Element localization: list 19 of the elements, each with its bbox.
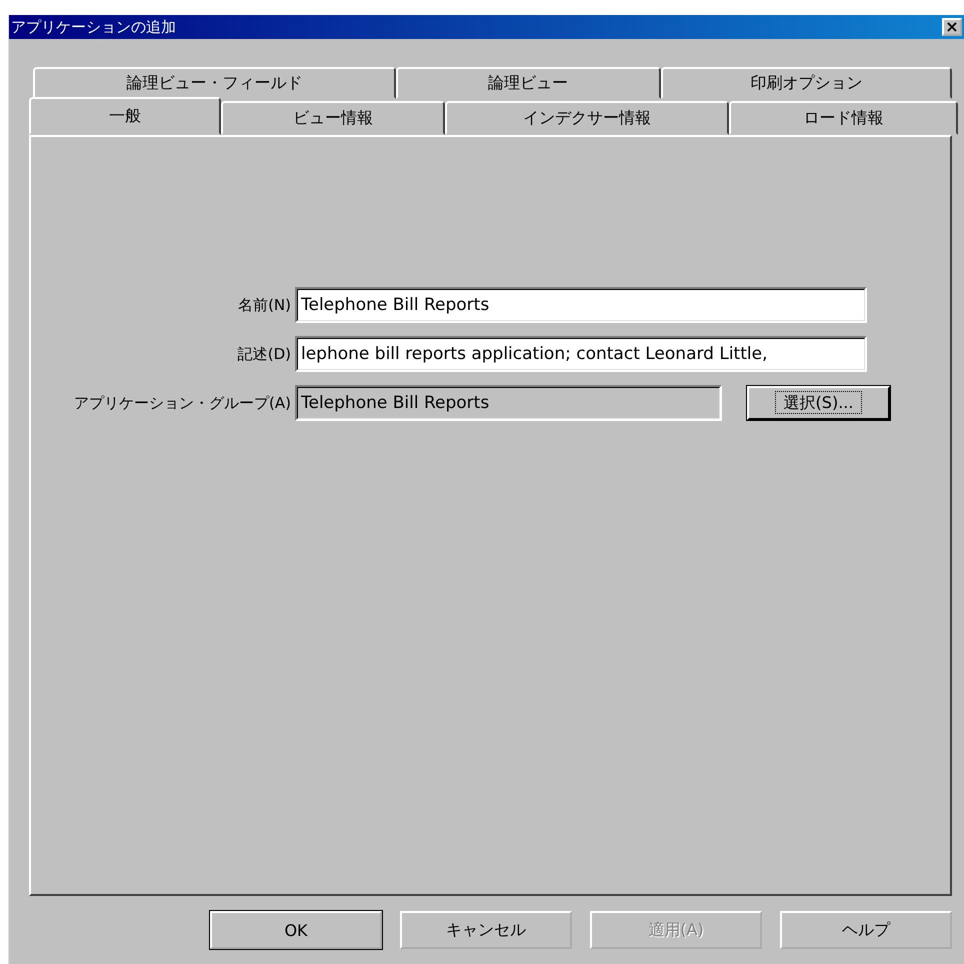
tab[interactable]: 一般 bbox=[29, 97, 222, 135]
tab[interactable]: ロード情報 bbox=[729, 101, 958, 135]
tab[interactable]: 論理ビュー bbox=[396, 67, 661, 99]
text-field[interactable]: Telephone Bill Reports bbox=[295, 385, 722, 421]
dialog-button[interactable]: ヘルプ bbox=[780, 911, 952, 949]
dialog-button[interactable]: OK bbox=[210, 911, 382, 949]
tab[interactable]: 論理ビュー・フィールド bbox=[33, 67, 396, 99]
select-button[interactable]: 選択(S)... bbox=[747, 386, 890, 420]
field-label: 記述(D) bbox=[236, 344, 292, 364]
close-button[interactable]: × bbox=[942, 18, 962, 36]
tab[interactable]: 印刷オプション bbox=[660, 67, 952, 99]
text-field[interactable]: lephone bill reports application; contact Leonard Little, bbox=[295, 336, 867, 372]
field-label: アプリケーション・グループ(A) bbox=[73, 394, 292, 412]
field-label: 名前(N) bbox=[237, 296, 292, 314]
tab[interactable]: インデクサー情報 bbox=[444, 101, 730, 135]
tab[interactable]: ビュー情報 bbox=[221, 101, 445, 135]
text-field[interactable]: Telephone Bill Reports bbox=[295, 287, 867, 323]
dialog-button[interactable]: キャンセル bbox=[400, 911, 572, 949]
window-title: アプリケーションの追加 bbox=[11, 18, 176, 36]
